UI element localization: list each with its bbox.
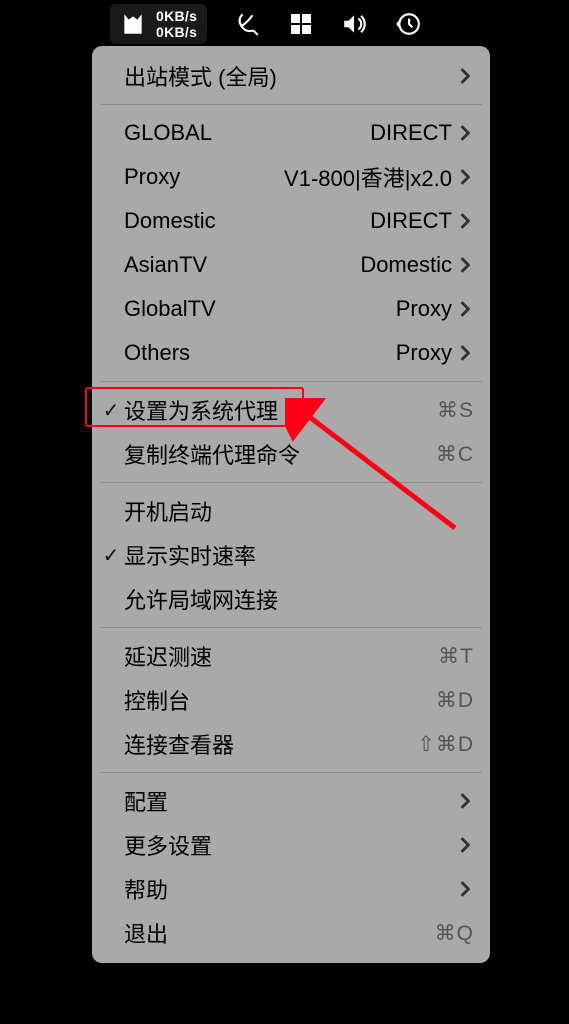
chevron-right-icon [460,345,474,361]
rule-value: DIRECT [370,208,452,234]
menu-rule-others[interactable]: Others Proxy [92,331,490,375]
menu-label: 连接查看器 [124,728,234,760]
rule-value: Proxy [396,296,452,322]
rule-value: DIRECT [370,120,452,146]
volume-icon[interactable] [341,4,367,44]
chevron-right-icon [460,257,474,273]
menu-rule-globaltv[interactable]: GlobalTV Proxy [92,287,490,331]
chevron-right-icon [460,881,474,897]
menu-show-realtime[interactable]: ✓ 显示实时速率 [92,533,490,577]
macos-menubar: 0KB/s 0KB/s [0,4,569,44]
separator [100,627,482,628]
menu-rule-proxy[interactable]: Proxy V1-800|香港|x2.0 [92,155,490,199]
speed-up-text: 0KB/s [156,8,197,24]
shortcut-text: ⌘D [436,688,474,713]
menu-rule-domestic[interactable]: Domestic DIRECT [92,199,490,243]
menu-launch-on-login[interactable]: 开机启动 [92,489,490,533]
menu-label: 开机启动 [124,495,212,527]
menu-config[interactable]: 配置 [92,779,490,823]
menu-copy-terminal-cmd[interactable]: 复制终端代理命令 ⌘C [92,432,490,476]
clash-dropdown-menu: 出站模式 (全局) GLOBAL DIRECT Proxy V1-800|香港|… [92,46,490,963]
chevron-right-icon [460,793,474,809]
checkmark-icon: ✓ [98,398,124,423]
rule-value: V1-800|香港|x2.0 [284,161,452,193]
separator [100,104,482,105]
menu-rule-global[interactable]: GLOBAL DIRECT [92,111,490,155]
menu-outbound-mode[interactable]: 出站模式 (全局) [92,54,490,98]
separator [100,482,482,483]
menu-label: 出站模式 (全局) [124,60,277,92]
menu-label: 允许局域网连接 [124,583,278,615]
chevron-right-icon [460,169,474,185]
chevron-right-icon [460,837,474,853]
chevron-right-icon [460,213,474,229]
separator [100,772,482,773]
menu-more-settings[interactable]: 更多设置 [92,823,490,867]
separator [100,381,482,382]
rule-name: Proxy [124,164,180,190]
rule-name: AsianTV [124,252,207,278]
menu-help[interactable]: 帮助 [92,867,490,911]
menu-label: 配置 [124,785,168,817]
menu-rule-asiantv[interactable]: AsianTV Domestic [92,243,490,287]
timemachine-icon[interactable] [395,4,421,44]
window-manager-icon[interactable] [289,4,313,44]
menu-conn-viewer[interactable]: 连接查看器 ⇧⌘D [92,722,490,766]
chevron-right-icon [460,125,474,141]
shortcut-text: ⌘S [437,398,474,423]
menu-allow-lan[interactable]: 允许局域网连接 [92,577,490,621]
shortcut-text: ⌘T [438,644,474,669]
menu-latency-test[interactable]: 延迟测速 ⌘T [92,634,490,678]
menu-console[interactable]: 控制台 ⌘D [92,678,490,722]
menu-label: 复制终端代理命令 [124,438,300,470]
shortcut-text: ⇧⌘D [417,732,474,757]
cleanmymac-icon[interactable] [235,4,261,44]
shortcut-text: ⌘C [436,442,474,467]
menu-set-system-proxy[interactable]: ✓ 设置为系统代理 ⌘S [92,388,490,432]
rule-name: Others [124,340,190,366]
rule-name: GlobalTV [124,296,216,322]
menu-label: 显示实时速率 [124,539,256,571]
checkmark-icon: ✓ [98,543,124,568]
menu-label: 退出 [124,917,168,949]
menu-label: 设置为系统代理 [124,394,278,426]
shortcut-text: ⌘Q [435,921,474,946]
chevron-right-icon [460,301,474,317]
speed-indicator: 0KB/s 0KB/s [156,8,197,40]
menu-quit[interactable]: 退出 ⌘Q [92,911,490,955]
chevron-right-icon [460,68,474,84]
menu-label: 帮助 [124,873,168,905]
menu-label: 延迟测速 [124,640,212,672]
rule-value: Proxy [396,340,452,366]
rule-name: Domestic [124,208,216,234]
rule-value: Domestic [360,252,452,278]
speed-down-text: 0KB/s [156,24,197,40]
clash-status-item[interactable]: 0KB/s 0KB/s [110,4,207,44]
rule-name: GLOBAL [124,120,212,146]
menu-label: 控制台 [124,684,190,716]
menu-label: 更多设置 [124,829,212,861]
clash-cat-icon [120,11,146,37]
